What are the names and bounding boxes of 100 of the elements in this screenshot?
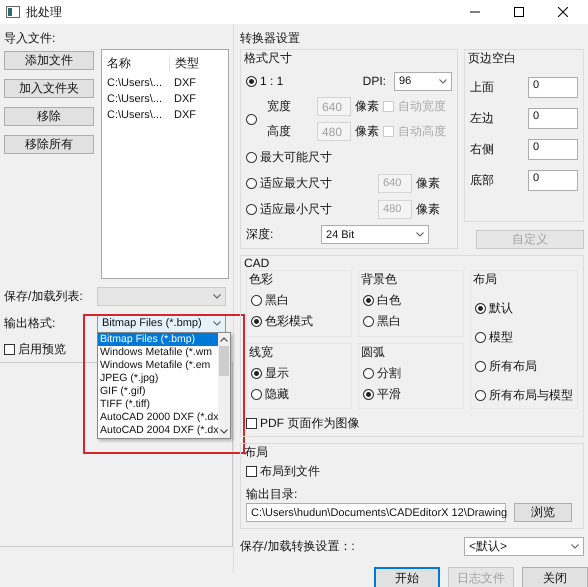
dialog-button[interactable]: 开始 (374, 567, 440, 587)
group-title: 格式尺寸 (244, 50, 293, 67)
chevron-icon (416, 232, 424, 237)
checkbox-label: 启用预览 (18, 341, 66, 358)
group-title: 线宽 (249, 344, 274, 360)
depth-dropdown[interactable]: 24 Bit (321, 225, 429, 244)
dialog-button[interactable]: 关闭 (522, 567, 588, 587)
group-title: 页边空白 (468, 50, 517, 67)
field-label: 深度: (246, 226, 274, 243)
checkbox-label: 自动宽度 (398, 98, 446, 115)
radio-button[interactable] (363, 388, 374, 400)
table-cell-text: C:\Users\... (106, 77, 164, 89)
field-label: 输出目录: (246, 486, 298, 503)
margin-field[interactable]: 0 (528, 170, 578, 191)
dropdown-option[interactable]: Bitmap Files (*.bmp) (98, 333, 218, 346)
dropdown-option[interactable]: Windows Metafile (*.wm (98, 346, 218, 359)
settings-dropdown[interactable]: <默认> (464, 537, 584, 556)
field-label: 输出格式: (4, 314, 56, 332)
radio-label: 黑白 (377, 313, 401, 330)
dropdown-option[interactable]: GIF (*.gif) (98, 385, 218, 398)
radio-label: 隐藏 (265, 386, 289, 402)
group-title: 布局 (473, 271, 498, 288)
radio-button[interactable] (251, 295, 262, 306)
import-button[interactable]: 移除所有 (4, 135, 94, 154)
unit-label: 像素 (355, 98, 379, 115)
radio-label: 白色 (377, 292, 401, 309)
dropdown-option[interactable]: AutoCAD 2000 DXF (*.dx (98, 411, 218, 424)
maximize-icon[interactable] (514, 7, 524, 17)
radio-button[interactable] (475, 390, 486, 401)
dropdown-option[interactable]: AutoCAD 2004 DXF (*.dx (98, 424, 218, 437)
checkbox[interactable] (4, 344, 15, 355)
scroll-down-icon[interactable] (220, 429, 228, 434)
radio-button[interactable] (475, 332, 486, 343)
dropdown-option[interactable]: TIFF (*.tiff) (98, 398, 218, 411)
table-cell-text: C:\Users\... (106, 93, 164, 105)
window-title: 批处理 (26, 4, 62, 20)
radio-label: 所有布局与模型 (489, 387, 573, 404)
unit-label: 像素 (355, 123, 379, 140)
import-button[interactable]: 添加文件 (4, 51, 94, 70)
import-button[interactable]: 移除 (4, 107, 94, 126)
close-icon[interactable] (558, 7, 568, 17)
table-cell-text: DXF (173, 93, 196, 105)
field-label: 右侧 (470, 141, 494, 158)
radio-label: 显示 (265, 364, 289, 382)
radio-button[interactable] (251, 316, 262, 327)
field-label: DPI: (362, 74, 386, 88)
chevron-icon (571, 544, 579, 549)
column-header[interactable]: 类型 (170, 54, 199, 72)
checkbox[interactable] (246, 466, 257, 477)
field-label: 上面 (470, 79, 494, 96)
scroll-up-icon[interactable] (220, 337, 228, 342)
import-button[interactable]: 加入文件夹 (4, 79, 94, 98)
radio-label: 分割 (377, 364, 401, 382)
dropdown-option[interactable]: JPEG (*.jpg) (98, 372, 218, 385)
radio-button[interactable] (251, 388, 262, 400)
chevron-icon (439, 78, 447, 84)
radio-button[interactable] (246, 114, 257, 124)
field-label: 高度 (266, 123, 292, 140)
margin-field[interactable]: 0 (528, 77, 578, 98)
radio-label: 适应最大尺寸 (260, 174, 332, 192)
radio-button[interactable] (363, 295, 374, 306)
table-cell-text: DXF (173, 109, 196, 121)
radio-button[interactable] (363, 368, 374, 378)
checkbox[interactable] (246, 418, 257, 429)
column-header[interactable]: 名称 (102, 54, 170, 72)
radio-button[interactable] (363, 316, 374, 327)
radio-label: 1 : 1 (260, 74, 284, 88)
scroll-thumb[interactable] (219, 346, 229, 376)
output-folder-field[interactable]: C:\Users\hudun\Documents\CADEditorX 12\Drawing (246, 503, 506, 522)
field-label: 底部 (470, 172, 494, 189)
unit-label: 像素 (416, 174, 441, 192)
radio-button[interactable] (246, 204, 257, 214)
radio-label: 所有布局 (489, 358, 537, 375)
chevron-icon (213, 294, 221, 298)
margin-field[interactable]: 0 (528, 139, 578, 160)
radio-button[interactable] (246, 178, 257, 188)
scrollbar[interactable] (218, 333, 230, 438)
group-title: CAD (244, 256, 270, 270)
group-title: 背景色 (361, 271, 398, 288)
radio-button[interactable] (251, 368, 262, 378)
section-label: 转换器设置 (240, 30, 301, 47)
radio-label: 最大可能尺寸 (260, 148, 332, 166)
margin-field[interactable]: 0 (528, 108, 578, 129)
dropdown-option[interactable]: Windows Metafile (*.em (98, 359, 218, 372)
unit-label: 像素 (416, 200, 441, 218)
chevron-icon (213, 320, 221, 326)
app-icon (6, 6, 20, 18)
radio-label: 色彩模式 (265, 313, 313, 330)
radio-button[interactable] (475, 303, 486, 314)
radio-button[interactable] (246, 76, 257, 86)
browse-button[interactable]: 浏览 (514, 503, 572, 522)
group-title: 圆弧 (361, 344, 386, 360)
radio-label: 平滑 (377, 386, 401, 402)
radio-button[interactable] (475, 361, 486, 372)
radio-label: 模型 (489, 329, 513, 346)
dpi-dropdown[interactable]: 96 (394, 72, 452, 90)
radio-label: 默认 (489, 300, 513, 317)
section-label: 导入文件: (4, 30, 56, 47)
field-label: 左边 (470, 110, 494, 127)
radio-button[interactable] (246, 152, 257, 162)
